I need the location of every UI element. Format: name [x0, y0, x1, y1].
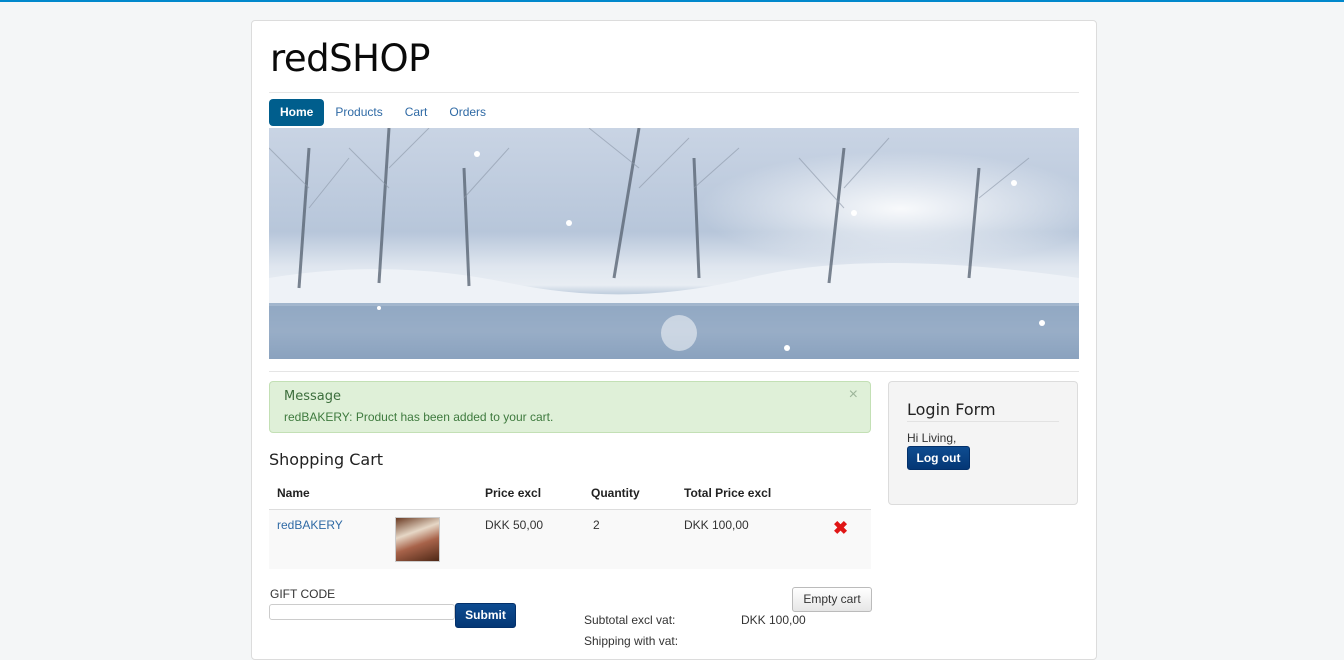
content-divider [269, 371, 1079, 372]
column-total: Total Price excl [684, 486, 772, 500]
product-thumbnail[interactable] [395, 517, 440, 562]
table-row: redBAKERY DKK 50,00 2 DKK 100,00 ✖ [269, 510, 871, 569]
close-icon[interactable]: × [849, 386, 858, 404]
column-name: Name [277, 486, 310, 500]
gift-code-input[interactable] [269, 604, 455, 620]
message-alert: Message redBAKERY: Product has been adde… [269, 381, 871, 433]
alert-text: redBAKERY: Product has been added to you… [284, 410, 554, 424]
row-price: DKK 50,00 [485, 518, 544, 532]
row-total: DKK 100,00 [684, 518, 749, 532]
page-container: redSHOP Home Products Cart Orders Messag… [251, 20, 1097, 660]
login-greeting: Hi Living, [907, 431, 957, 445]
subtotal-value: DKK 100,00 [741, 613, 806, 627]
login-title: Login Form [907, 400, 996, 419]
login-divider [907, 421, 1059, 422]
page-title: Shopping Cart [269, 450, 384, 469]
empty-cart-button[interactable]: Empty cart [792, 587, 872, 612]
nav-item-home[interactable]: Home [269, 99, 325, 126]
header-divider [269, 92, 1079, 93]
alert-title: Message [284, 389, 341, 404]
product-link[interactable]: redBAKERY [277, 518, 343, 532]
nav-item-orders[interactable]: Orders [438, 99, 497, 126]
winter-banner-image [269, 128, 1079, 359]
submit-button[interactable]: Submit [455, 603, 516, 628]
subtotal-label: Subtotal excl vat: [584, 613, 676, 627]
nav-item-products[interactable]: Products [324, 99, 393, 126]
gift-code-label: GIFT CODE [270, 587, 336, 601]
cart-table-header: Name Price excl Quantity Total Price exc… [269, 480, 871, 510]
delete-icon[interactable]: ✖ [833, 518, 848, 539]
site-brand[interactable]: redSHOP [270, 37, 430, 80]
column-price: Price excl [485, 486, 542, 500]
column-quantity: Quantity [591, 486, 640, 500]
nav-item-cart[interactable]: Cart [394, 99, 439, 126]
login-module: Login Form Hi Living, Log out [888, 381, 1078, 505]
logout-button[interactable]: Log out [907, 446, 970, 470]
main-nav: Home Products Cart Orders [269, 99, 497, 126]
shipping-label: Shipping with vat: [584, 634, 679, 648]
row-quantity: 2 [593, 518, 600, 532]
